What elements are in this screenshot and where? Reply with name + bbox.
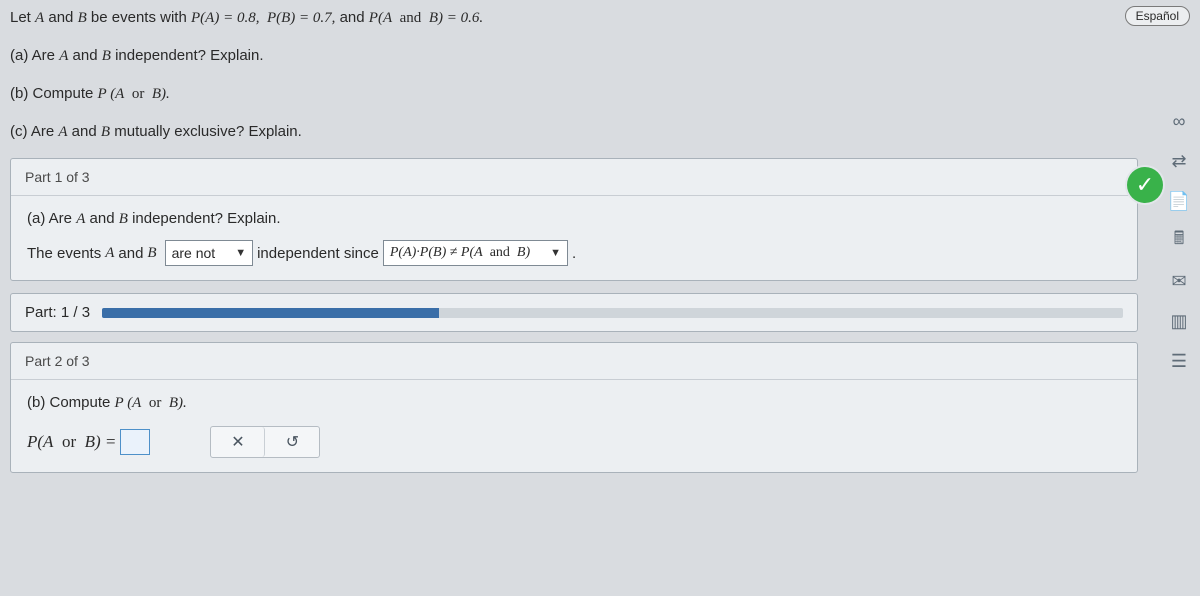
- dropdown-reason[interactable]: P(A)·P(B) ≠ P(A and B) ▼: [383, 240, 568, 266]
- input-tool-group: ✕ ↺: [210, 426, 320, 458]
- text: .: [572, 245, 576, 262]
- text: mutually exclusive? Explain.: [110, 123, 302, 140]
- part1-answer-row: The events A and B are not ▼ independent…: [27, 240, 1121, 266]
- var-B: B: [101, 124, 110, 140]
- var-B: B: [102, 48, 111, 64]
- main-content: Let A and B be events with P(A) = 0.8, P…: [10, 6, 1138, 473]
- problem-statement: Let A and B be events with P(A) = 0.8, P…: [10, 6, 1138, 30]
- progress-track: [102, 308, 1123, 318]
- var-A: A: [59, 48, 68, 64]
- text: and: [85, 210, 118, 227]
- part1-card: ✓ Part 1 of 3 (a) Are A and B independen…: [10, 158, 1138, 281]
- math: P (A or B).: [98, 86, 170, 102]
- clear-button[interactable]: ✕: [211, 427, 265, 457]
- list-icon[interactable]: ☰: [1166, 348, 1192, 374]
- part2-card: Part 2 of 3 (b) Compute P (A or B). P(A …: [10, 342, 1138, 473]
- text: and: [118, 245, 143, 262]
- var-B: B: [147, 245, 156, 262]
- dropdown-value: P(A)·P(B) ≠ P(A and B): [390, 245, 530, 261]
- question-b: (b) Compute P (A or B).: [10, 82, 1138, 106]
- math: P(A and B) = 0.6.: [369, 10, 483, 26]
- math: P (A or B).: [115, 395, 187, 411]
- var-A: A: [76, 211, 85, 227]
- text: independent since: [257, 245, 379, 262]
- dropdown-are-not[interactable]: are not ▼: [165, 240, 253, 266]
- close-icon: ✕: [231, 432, 244, 452]
- math-lhs: P(A or B) =: [27, 432, 116, 452]
- progress-bar-container: Part: 1 / 3: [10, 293, 1138, 332]
- text: (b) Compute: [10, 85, 98, 102]
- answer-input[interactable]: [120, 429, 150, 455]
- doc-icon[interactable]: 📄: [1166, 188, 1192, 214]
- calc-icon[interactable]: 🖩: [1166, 228, 1192, 254]
- bars-icon[interactable]: ▥: [1166, 308, 1192, 334]
- shuffle-icon[interactable]: ⇄: [1166, 148, 1192, 174]
- chevron-down-icon: ▼: [235, 247, 246, 259]
- chevron-down-icon: ▼: [550, 247, 561, 259]
- text: independent? Explain.: [111, 47, 264, 64]
- text: (b) Compute: [27, 394, 115, 411]
- text: and: [44, 9, 77, 26]
- text: and: [68, 123, 101, 140]
- progress-label: Part: 1 / 3: [25, 304, 90, 321]
- tool-sidebar: ∞ ⇄ 📄 🖩 ✉ ▥ ☰: [1166, 108, 1192, 374]
- text: (c) Are: [10, 123, 58, 140]
- undo-icon: ↺: [286, 432, 299, 452]
- check-icon: ✓: [1136, 172, 1154, 198]
- text: (a) Are: [27, 210, 76, 227]
- mail-icon[interactable]: ✉: [1166, 268, 1192, 294]
- text: and: [68, 47, 101, 64]
- text: Let: [10, 9, 35, 26]
- correct-badge: ✓: [1127, 167, 1163, 203]
- text: be events with: [87, 9, 191, 26]
- part1-header: Part 1 of 3: [11, 159, 1137, 196]
- text: independent? Explain.: [128, 210, 281, 227]
- math: P(A) = 0.8, P(B) = 0.7,: [191, 10, 335, 26]
- part2-question: (b) Compute P (A or B).: [27, 394, 1121, 412]
- dropdown-value: are not: [172, 245, 216, 261]
- loop-icon[interactable]: ∞: [1166, 108, 1192, 134]
- undo-button[interactable]: ↺: [265, 427, 319, 457]
- text: and: [335, 9, 368, 26]
- var-A: A: [58, 124, 67, 140]
- text: (a) Are: [10, 47, 59, 64]
- var-B: B: [119, 211, 128, 227]
- progress-fill: [102, 308, 439, 318]
- var-A: A: [105, 245, 114, 262]
- question-a: (a) Are A and B independent? Explain.: [10, 44, 1138, 68]
- part1-question: (a) Are A and B independent? Explain.: [27, 210, 1121, 228]
- part2-header: Part 2 of 3: [11, 343, 1137, 380]
- var-B: B: [78, 10, 87, 26]
- text: The events: [27, 245, 101, 262]
- part2-answer-row: P(A or B) = ✕ ↺: [27, 426, 1121, 458]
- var-A: A: [35, 10, 44, 26]
- question-c: (c) Are A and B mutually exclusive? Expl…: [10, 120, 1138, 144]
